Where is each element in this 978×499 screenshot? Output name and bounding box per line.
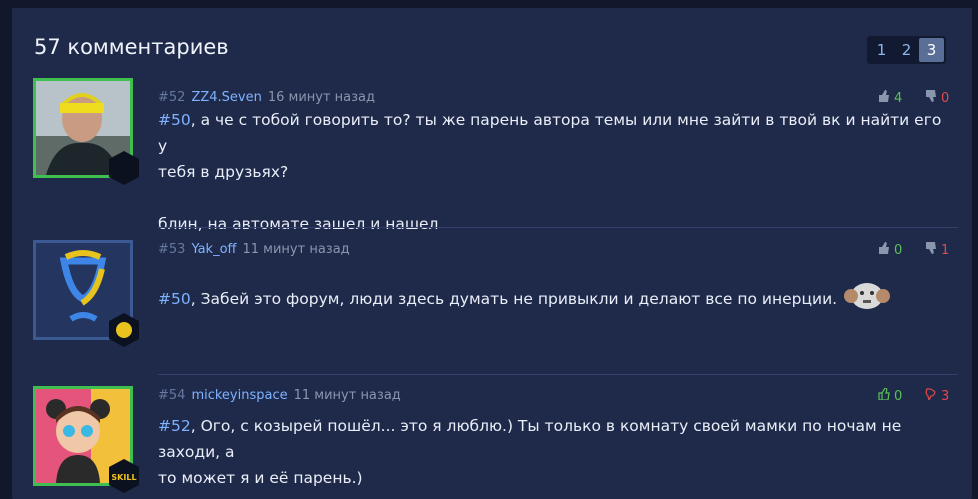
downvote-count: 3 [941,388,950,404]
skill-badge-icon: SKILL [106,458,142,494]
comment-text: #50, Забей это форум, люди здесь думать … [158,278,948,320]
thumbs-up-outline-icon [878,387,890,404]
downvote-count: 1 [941,242,950,258]
comment-divider [158,227,958,228]
comment-text-line: то может я и её парень.) [158,469,363,487]
rank-badge-icon [106,150,142,186]
page-1-link[interactable]: 1 [869,38,894,62]
comment-author-link[interactable]: mickeyinspace [191,388,287,403]
comment-meta: #53 Yak_off 11 минут назад [158,242,350,257]
upvote-button[interactable]: 0 [878,242,902,258]
comment-number[interactable]: #54 [158,388,185,403]
comment-time: 16 минут назад [267,90,376,105]
downvote-outline-icon [925,388,937,404]
upvote-count: 4 [894,90,903,106]
reply-reference-link[interactable]: #50 [158,111,191,129]
comment-text-line: , Забей это форум, люди здесь думать не … [190,290,838,308]
thumbs-up-icon [878,242,890,258]
upvote-button[interactable]: 4 [878,90,902,106]
comment-divider [158,374,958,375]
comment-number[interactable]: #53 [158,242,185,257]
comments-panel: 57 комментариев 1 2 3 #52 ZZ4.Seven 16 м… [12,8,972,499]
rank-badge-icon [106,312,142,348]
comment-author-link[interactable]: ZZ4.Seven [191,90,261,105]
page-3-link-active[interactable]: 3 [919,38,944,62]
downvote-button[interactable]: 1 [925,242,949,258]
comment-meta: #54 mickeyinspace 11 минут назад [158,388,401,403]
thumbs-down-icon [925,242,937,258]
reply-reference-link[interactable]: #52 [158,417,191,435]
page-2-link[interactable]: 2 [894,38,919,62]
downvote-count: 0 [941,90,950,106]
thumbs-up-icon [878,90,890,106]
sticker-emoji-icon [843,278,891,320]
comment-text-line: , Ого, с козырей пошёл... это я люблю.) … [158,417,902,461]
comment-time: 11 минут назад [242,242,350,257]
upvote-count: 0 [894,242,903,258]
comment-time: 11 минут назад [293,388,401,403]
comment-text-line: блин, на автомате зашел и нашел [158,215,439,233]
comment-meta: #52 ZZ4.Seven 16 минут назад [158,90,375,105]
thumbs-down-icon [925,90,937,106]
comment-text-line: тебя в друзьях? [158,163,289,181]
downvote-button[interactable]: 3 [925,388,949,404]
downvote-button[interactable]: 0 [925,90,949,106]
svg-text:SKILL: SKILL [111,473,136,482]
upvote-count: 0 [894,388,903,404]
comment-number[interactable]: #52 [158,90,185,105]
upvote-button[interactable]: 0 [878,387,903,404]
reply-reference-link[interactable]: #50 [158,286,191,312]
comments-count-title: 57 комментариев [34,35,229,59]
comment-author-link[interactable]: Yak_off [191,242,236,257]
comment-text: #52, Ого, с козырей пошёл... это я люблю… [158,413,948,491]
comment-text: #50, а че с тобой говорить то? ты же пар… [158,107,948,237]
comment-text-line: , а че с тобой говорить то? ты же парень… [158,111,942,155]
pagination: 1 2 3 [867,36,946,64]
